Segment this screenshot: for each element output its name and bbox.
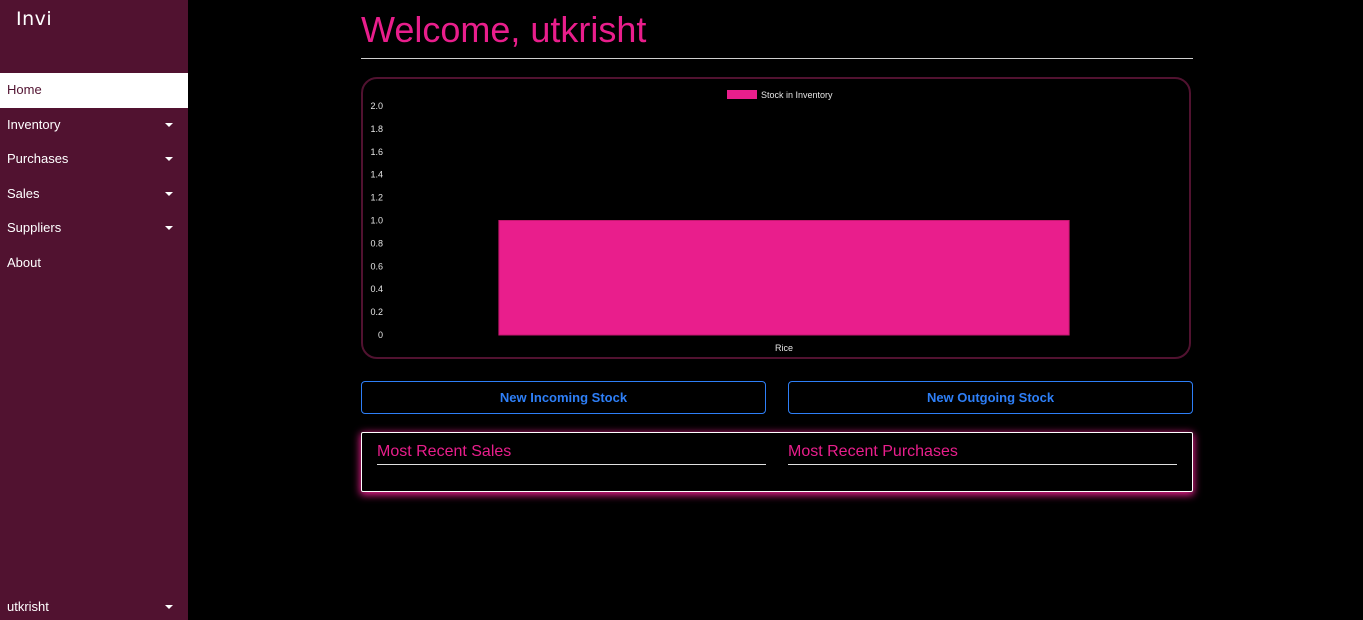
- user-menu[interactable]: utkrisht: [0, 595, 188, 619]
- y-tick-label: 1.0: [370, 216, 383, 226]
- y-tick-label: 2.0: [370, 101, 383, 111]
- legend-label: Stock in Inventory: [761, 90, 833, 100]
- sidebar-item-label: About: [7, 254, 41, 270]
- legend-swatch: [727, 90, 757, 99]
- caret-down-icon: [165, 122, 173, 127]
- stock-chart: 0 0.2 0.4 0.6 0.8 1.0 1.2 1.4 1.6 1.8 2.0 Rice Stock…: [370, 90, 1070, 353]
- recent-activity-card: Most Recent Sales Most Recent Purchases: [361, 432, 1193, 492]
- sidebar-item-label: Suppliers: [7, 220, 62, 236]
- sidebar-item-label: Sales: [7, 185, 40, 201]
- sidebar-nav: Home Inventory Purchases Sales Suppliers…: [0, 73, 188, 281]
- caret-down-icon: [165, 605, 173, 609]
- recent-purchases-panel: Most Recent Purchases: [788, 443, 1177, 465]
- y-tick-label: 0.4: [370, 284, 383, 294]
- new-incoming-stock-button[interactable]: New Incoming Stock: [361, 381, 766, 414]
- sidebar-item-sales[interactable]: Sales: [0, 177, 188, 212]
- sidebar-item-home[interactable]: Home: [0, 73, 188, 108]
- sidebar-item-label: Inventory: [7, 116, 61, 132]
- caret-down-icon: [165, 226, 173, 231]
- y-tick-label: 0.6: [370, 261, 383, 271]
- recent-sales-panel: Most Recent Sales: [377, 443, 766, 465]
- recent-purchases-heading: Most Recent Purchases: [788, 443, 958, 460]
- sidebar-item-inventory[interactable]: Inventory: [0, 108, 188, 143]
- bar: [498, 220, 1070, 336]
- sidebar-item-label: Home: [7, 82, 42, 97]
- new-outgoing-stock-button[interactable]: New Outgoing Stock: [788, 381, 1193, 414]
- page-title: Welcome, utkrisht: [361, 9, 647, 50]
- sidebar-item-about[interactable]: About: [0, 246, 188, 281]
- user-name: utkrisht: [7, 599, 49, 614]
- sidebar-item-label: Purchases: [7, 151, 69, 167]
- y-tick-label: 1.4: [370, 170, 383, 180]
- y-tick-label: 0.8: [370, 238, 383, 248]
- sidebar-item-suppliers[interactable]: Suppliers: [0, 211, 188, 246]
- y-tick-label: 0.2: [370, 307, 383, 317]
- stock-chart-card: 0 0.2 0.4 0.6 0.8 1.0 1.2 1.4 1.6 1.8 2.0 Rice Stock…: [361, 77, 1191, 359]
- app-logo[interactable]: Invi: [16, 8, 52, 30]
- x-tick-label: Rice: [775, 343, 793, 353]
- title-divider: [361, 58, 1193, 59]
- y-tick-label: 1.8: [370, 124, 383, 134]
- sidebar-item-purchases[interactable]: Purchases: [0, 142, 188, 177]
- recent-sales-heading: Most Recent Sales: [377, 443, 512, 460]
- y-tick-label: 0: [378, 330, 383, 340]
- y-tick-label: 1.2: [370, 193, 383, 203]
- sidebar: Invi Home Inventory Purchases Sales Supp…: [0, 0, 188, 620]
- caret-down-icon: [165, 191, 173, 196]
- divider: [788, 464, 1177, 465]
- divider: [377, 464, 766, 465]
- caret-down-icon: [165, 157, 173, 162]
- y-tick-label: 1.6: [370, 147, 383, 157]
